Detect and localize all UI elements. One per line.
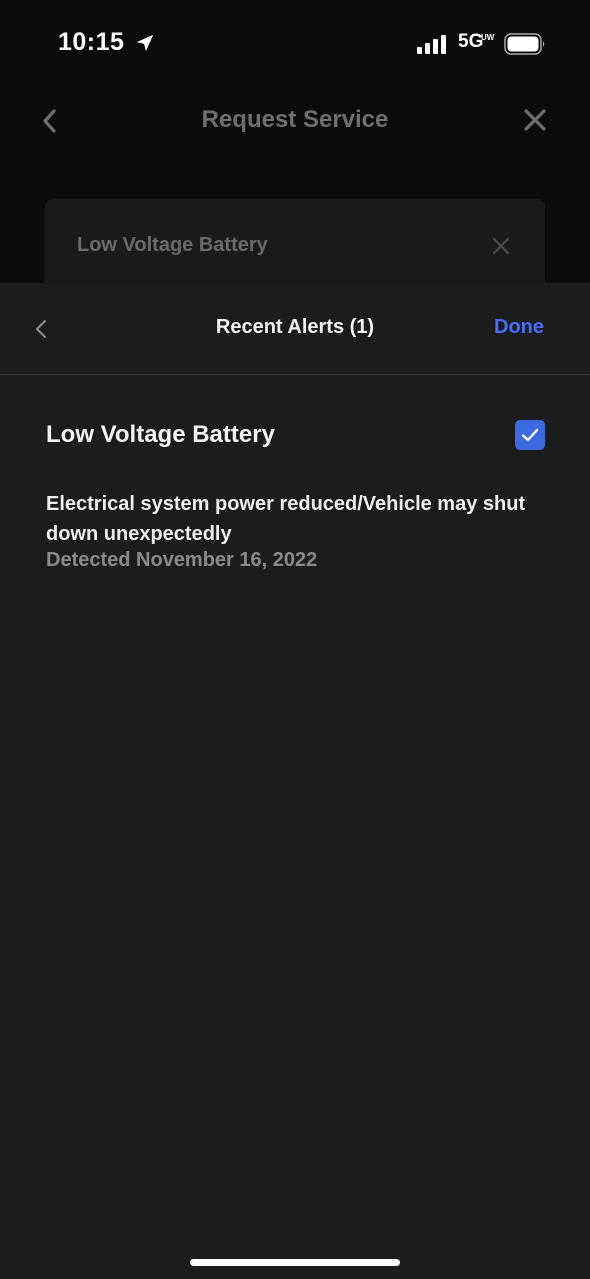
done-button[interactable]: Done [494, 316, 544, 339]
background-card-label: Low Voltage Battery [77, 234, 268, 256]
status-time: 10:15 [58, 28, 125, 56]
network-label: 5G [458, 31, 484, 52]
alert-title: Low Voltage Battery [46, 421, 275, 448]
background-nav-bar: Request Service [0, 88, 590, 158]
sheet-header: Recent Alerts (1) Done [0, 283, 590, 375]
card-close-icon[interactable] [492, 237, 510, 255]
screen: 10:15 5G UW Request Service Low Voltage … [0, 0, 590, 1279]
status-bar: 10:15 5G UW [0, 0, 590, 88]
battery-icon [504, 33, 545, 55]
alert-detected-date: Detected November 16, 2022 [46, 549, 318, 571]
alert-description: Electrical system power reduced/Vehicle … [46, 493, 526, 545]
checkmark-icon [521, 428, 539, 442]
alert-checkbox[interactable] [515, 420, 545, 450]
signal-bars-icon [417, 35, 446, 54]
network-suffix: UW [481, 33, 495, 42]
location-arrow-icon [136, 34, 154, 52]
close-icon[interactable] [523, 108, 547, 132]
recent-alerts-sheet: Recent Alerts (1) Done Low Voltage Batte… [0, 283, 590, 1279]
background-page-title: Request Service [201, 106, 389, 133]
home-indicator[interactable] [190, 1259, 400, 1266]
